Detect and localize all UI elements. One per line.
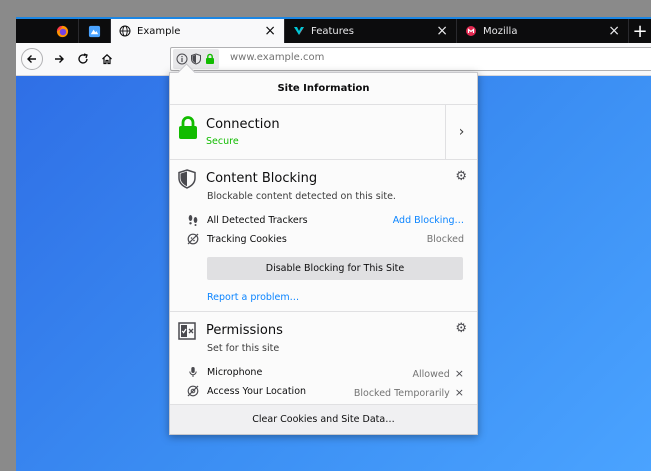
add-blocking-link[interactable]: Add Blocking… (393, 215, 464, 226)
remove-permission-icon[interactable]: × (455, 386, 464, 399)
globe-icon (119, 25, 131, 37)
permission-state-text: Blocked Temporarily (353, 388, 450, 399)
permission-state: Blocked Temporarily × (354, 386, 464, 399)
tab-example[interactable]: Example × (111, 19, 285, 43)
url-text[interactable]: www.example.com (230, 52, 324, 63)
close-icon[interactable]: × (436, 23, 448, 39)
connection-more-button[interactable]: › (445, 105, 477, 159)
microphone-icon (186, 365, 200, 379)
permission-item-microphone: Microphone Allowed × (186, 365, 464, 381)
pinned-tab-app[interactable] (79, 19, 111, 43)
url-bar[interactable]: www.example.com (170, 47, 651, 71)
permissions-icon (178, 322, 196, 340)
disable-blocking-button[interactable]: Disable Blocking for This Site (207, 257, 463, 280)
lock-icon (179, 116, 197, 139)
features-icon (294, 27, 304, 35)
clear-cookies-button[interactable]: Clear Cookies and Site Data… (170, 405, 477, 434)
content-blocking-section: Content Blocking Blockable content detec… (170, 160, 477, 312)
tab-mozilla[interactable]: Mozilla × (457, 19, 629, 43)
gear-icon[interactable]: ⚙ (455, 169, 467, 184)
lock-icon (206, 53, 214, 64)
shield-icon (178, 169, 196, 189)
mozilla-icon (466, 26, 476, 36)
permission-label: Access Your Location (207, 386, 307, 397)
forward-button[interactable] (48, 48, 70, 70)
permissions-subtitle: Set for this site (207, 343, 280, 354)
tab-title: Mozilla (483, 25, 518, 37)
site-identity-button[interactable] (173, 49, 219, 69)
shield-icon (191, 53, 201, 65)
gear-icon[interactable]: ⚙ (455, 321, 467, 336)
connection-section[interactable]: Connection Secure › (170, 105, 477, 160)
location-blocked-icon (186, 384, 200, 398)
pinned-tab-firefox[interactable] (47, 19, 79, 43)
connection-title: Connection (206, 117, 280, 132)
permissions-section: Permissions Set for this site ⚙ Micropho… (170, 312, 477, 405)
arrow-right-icon (55, 55, 64, 63)
permission-state-text: Allowed (412, 369, 450, 380)
blocking-item-state: Blocked (426, 234, 464, 245)
new-tab-button[interactable]: + (631, 19, 649, 43)
home-button[interactable] (96, 48, 118, 70)
tab-title: Features (311, 25, 354, 37)
cookie-blocked-icon (186, 232, 200, 246)
blocking-item-cookies: Tracking Cookies Blocked (186, 232, 464, 248)
arrow-left-icon (27, 55, 36, 63)
connection-status: Secure (206, 136, 239, 147)
content-blocking-subtitle: Blockable content detected on this site. (207, 191, 396, 202)
permission-item-location: Access Your Location Blocked Temporarily… (186, 384, 464, 400)
tab-features[interactable]: Features × (285, 19, 457, 43)
content-blocking-title: Content Blocking (206, 171, 318, 186)
app-icon (88, 25, 101, 37)
report-problem-link[interactable]: Report a problem… (207, 292, 299, 303)
blocking-item-label: Tracking Cookies (207, 234, 287, 245)
blocking-item-trackers: All Detected Trackers Add Blocking… (186, 213, 464, 229)
blocking-item-label: All Detected Trackers (207, 215, 308, 226)
permission-state: Allowed × (413, 367, 464, 380)
tab-strip: Example × Features × Mozilla × + (16, 17, 651, 43)
back-button[interactable] (21, 48, 43, 70)
footprints-icon (186, 213, 200, 227)
panel-title: Site Information (170, 73, 477, 105)
close-icon[interactable]: × (608, 23, 620, 39)
reload-icon (78, 53, 88, 64)
close-icon[interactable]: × (264, 23, 276, 39)
remove-permission-icon[interactable]: × (455, 367, 464, 380)
chevron-right-icon: › (458, 124, 465, 140)
permissions-title: Permissions (206, 323, 283, 338)
tab-title: Example (137, 25, 181, 37)
home-icon (102, 53, 112, 65)
reload-button[interactable] (72, 48, 94, 70)
firefox-icon (56, 25, 69, 37)
permission-label: Microphone (207, 367, 263, 378)
site-information-panel: Site Information Connection Secure › Con… (169, 63, 478, 435)
